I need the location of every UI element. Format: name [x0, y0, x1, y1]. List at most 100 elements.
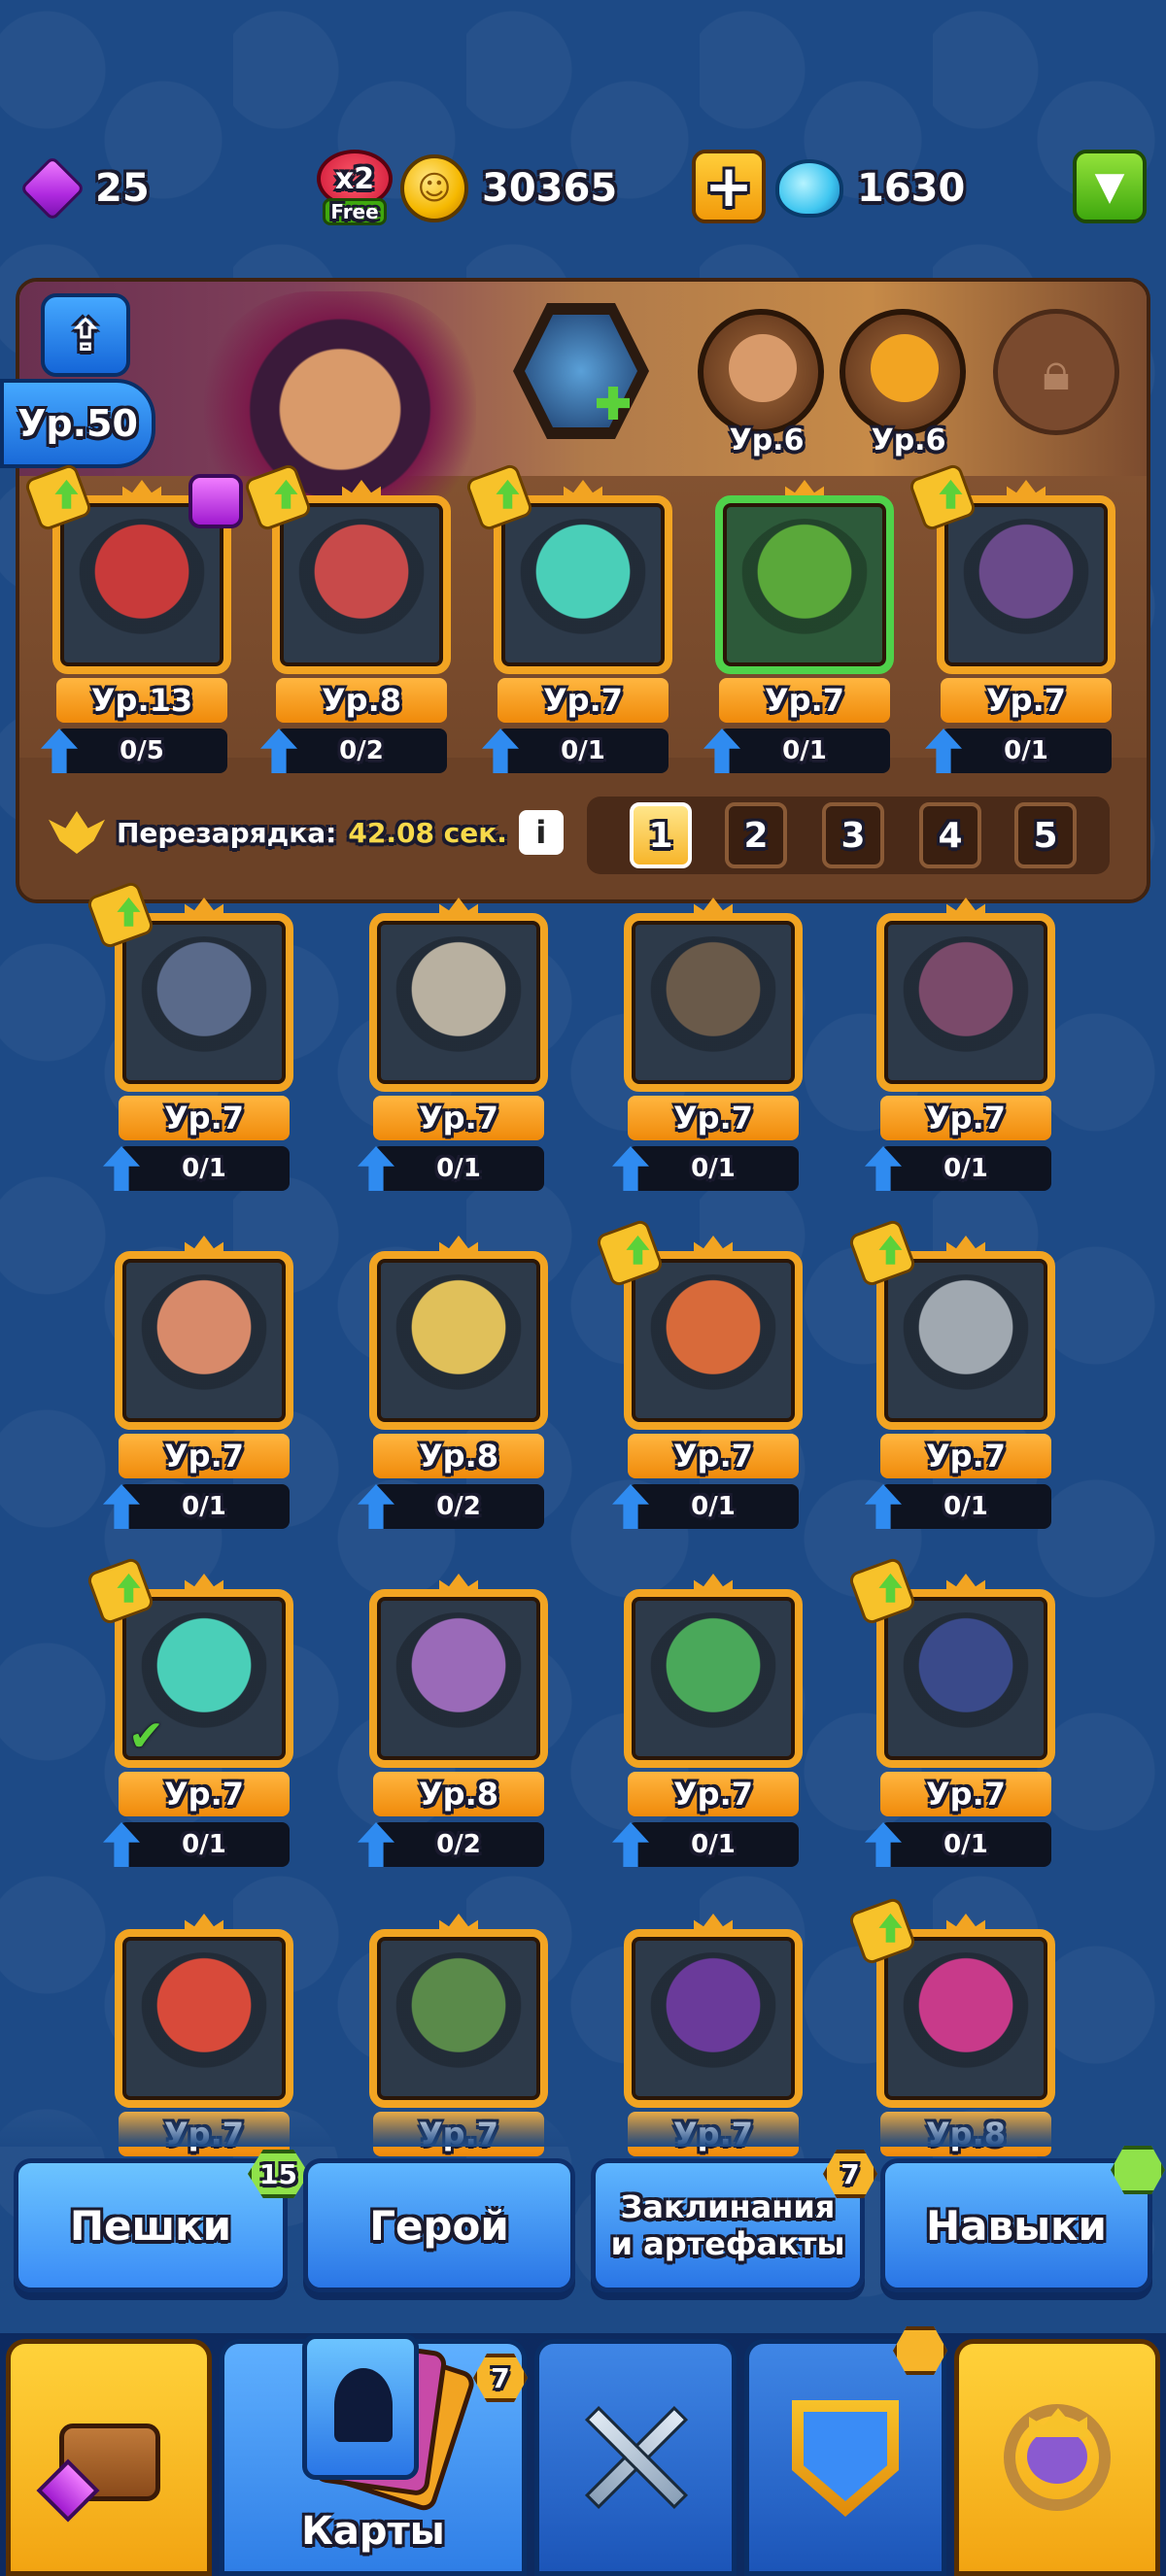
gems-counter[interactable]: 25 — [19, 146, 150, 231]
collection-card[interactable]: Ур.7 0/1 — [612, 1574, 808, 1881]
unit-portrait — [647, 1274, 779, 1407]
tab-spells-artifacts[interactable]: Заклинания и артефакты 7 — [591, 2150, 877, 2292]
collection-card[interactable]: Ур.7 0/1 — [358, 898, 554, 1204]
nav-shop[interactable] — [6, 2339, 212, 2576]
card-level: Ур.7 — [373, 1096, 544, 1140]
unit-portrait — [393, 1274, 525, 1407]
x2-boost-button[interactable]: x2 Free — [313, 146, 396, 231]
collection-card[interactable]: Ур.7 0/1 — [103, 1236, 299, 1542]
elixir-counter[interactable]: 1630 — [775, 146, 965, 231]
collection-card[interactable]: Ур.7 0/1 — [865, 898, 1061, 1204]
tab-skills-label: Навыки — [926, 2201, 1107, 2250]
artifact-slot-2-level: Ур.6 — [871, 424, 946, 458]
collection-card[interactable]: Ур.8 0/2 — [358, 1574, 554, 1881]
tab-hero[interactable]: Герой — [303, 2158, 575, 2292]
crossed-swords-icon — [572, 2394, 699, 2521]
free-label: Free — [323, 198, 387, 225]
tab-skills[interactable]: Навыки — [880, 2146, 1165, 2292]
unit-portrait — [647, 936, 779, 1068]
deck.cards-card[interactable]: Ур.8 0/2 — [243, 462, 457, 787]
crown-wreath-icon — [994, 2394, 1120, 2521]
card-level: Ур.7 — [628, 1096, 799, 1140]
unit-portrait — [517, 519, 649, 651]
recharge-value: 42.08 сек. — [348, 816, 507, 849]
skills-badge — [1111, 2146, 1165, 2194]
nav-cards-label: Карты — [301, 2509, 445, 2554]
deck-page-1[interactable]: 1 — [630, 802, 692, 868]
unit-portrait — [738, 519, 871, 651]
info-button[interactable]: i — [518, 810, 564, 855]
nav-cards[interactable]: 7 Карты — [220, 2334, 528, 2576]
card-progress: 0/1 — [628, 1146, 799, 1191]
deck-page-3[interactable]: 3 — [822, 802, 884, 868]
player-level-badge: Ур.50 — [0, 379, 155, 468]
fist-icon — [729, 334, 797, 402]
card-progress: 0/1 — [119, 1484, 290, 1529]
collection-card[interactable]: Ур.7 0/1 — [595, 1218, 808, 1542]
info-icon: i — [535, 814, 547, 851]
card-level: Ур.8 — [276, 678, 447, 723]
gem-badge-icon — [189, 474, 243, 528]
unit-portrait — [647, 1952, 779, 2085]
card-progress: 0/1 — [880, 1484, 1051, 1529]
unit-portrait — [900, 1952, 1032, 2085]
card-progress: 0/2 — [373, 1822, 544, 1867]
card-progress: 0/2 — [276, 729, 447, 773]
lock-icon: 🔒︎ — [1042, 341, 1071, 402]
add-currency-button[interactable]: + — [692, 150, 766, 223]
currency-bar: 25 x2 Free ☺ 30365 + 1630 ▼ — [0, 146, 1166, 231]
locked-slot[interactable]: 🔒︎ — [993, 309, 1119, 435]
deck.cards-card[interactable]: Ур.13 0/5 — [23, 462, 243, 787]
recharge-info: Перезарядка: 42.08 сек. i — [49, 810, 564, 855]
artifact-slot-1[interactable]: Ур.6 — [698, 309, 824, 458]
unit-portrait — [960, 519, 1092, 651]
hooded-mage-icon — [871, 334, 939, 402]
card-progress: 0/1 — [941, 729, 1112, 773]
gem-icon — [19, 155, 86, 221]
coins-counter[interactable]: ☺ 30365 — [400, 146, 617, 231]
deck-page-2[interactable]: 2 — [725, 802, 787, 868]
nav-events[interactable] — [954, 2339, 1160, 2576]
unit-portrait — [138, 936, 270, 1068]
deck-page-5[interactable]: 5 — [1014, 802, 1077, 868]
shield-icon — [782, 2394, 909, 2521]
eagle-icon — [49, 811, 105, 854]
card-level: Ур.7 — [119, 1096, 290, 1140]
card-progress: 0/1 — [719, 729, 890, 773]
tab-pawns[interactable]: Пешки 15 — [14, 2150, 309, 2292]
tab-hero-label: Герой — [369, 2201, 509, 2250]
unit-portrait — [900, 1274, 1032, 1407]
deck-page-4[interactable]: 4 — [919, 802, 981, 868]
tab-spells-line2: и артефакты — [610, 2225, 845, 2262]
card-level: Ур.7 — [119, 1772, 290, 1816]
card-progress: 0/1 — [119, 1146, 290, 1191]
artifact-slot-1-level: Ур.6 — [729, 424, 805, 458]
elixir-icon — [775, 159, 843, 218]
card-progress: 0/1 — [497, 729, 669, 773]
collection-card[interactable]: Ур.7 0/1 — [612, 898, 808, 1204]
deck.cards-card[interactable]: Ур.7 0/1 — [908, 462, 1121, 787]
collection-card[interactable]: Ур.7 0/1 — [847, 1556, 1061, 1881]
nav-battle[interactable] — [534, 2339, 737, 2576]
collection-card[interactable]: Ур.7 0/1 — [847, 1218, 1061, 1542]
card-level: Ур.7 — [880, 1096, 1051, 1140]
card-progress: 0/1 — [880, 1822, 1051, 1867]
card-progress: 0/1 — [628, 1484, 799, 1529]
chest-icon — [36, 2394, 172, 2523]
collection-card[interactable]: Ур.8 0/2 — [358, 1236, 554, 1542]
artifact-slot-2[interactable]: Ур.6 — [840, 309, 966, 458]
collection-card[interactable]: Ур.7 0/1 — [86, 880, 299, 1204]
recharge-label: Перезарядка: — [117, 816, 337, 849]
nav-clan[interactable] — [744, 2326, 947, 2576]
unit-portrait — [393, 1612, 525, 1745]
collection-card[interactable]: Ур.7 0/1 ✔ — [86, 1556, 299, 1881]
share-button[interactable]: ⇪ — [41, 293, 130, 377]
dropdown-button[interactable]: ▼ — [1073, 150, 1147, 223]
card-level: Ур.7 — [628, 1434, 799, 1478]
deck.cards-card[interactable]: Ур.7 0/1 — [703, 480, 900, 787]
chevron-down-icon: ▼ — [1094, 164, 1125, 209]
unit-portrait — [76, 519, 208, 651]
deck.cards-card[interactable]: Ур.7 0/1 — [464, 462, 678, 787]
card-level: Ур.8 — [373, 1434, 544, 1478]
tab-spells-line1: Заклинания — [620, 2188, 836, 2225]
